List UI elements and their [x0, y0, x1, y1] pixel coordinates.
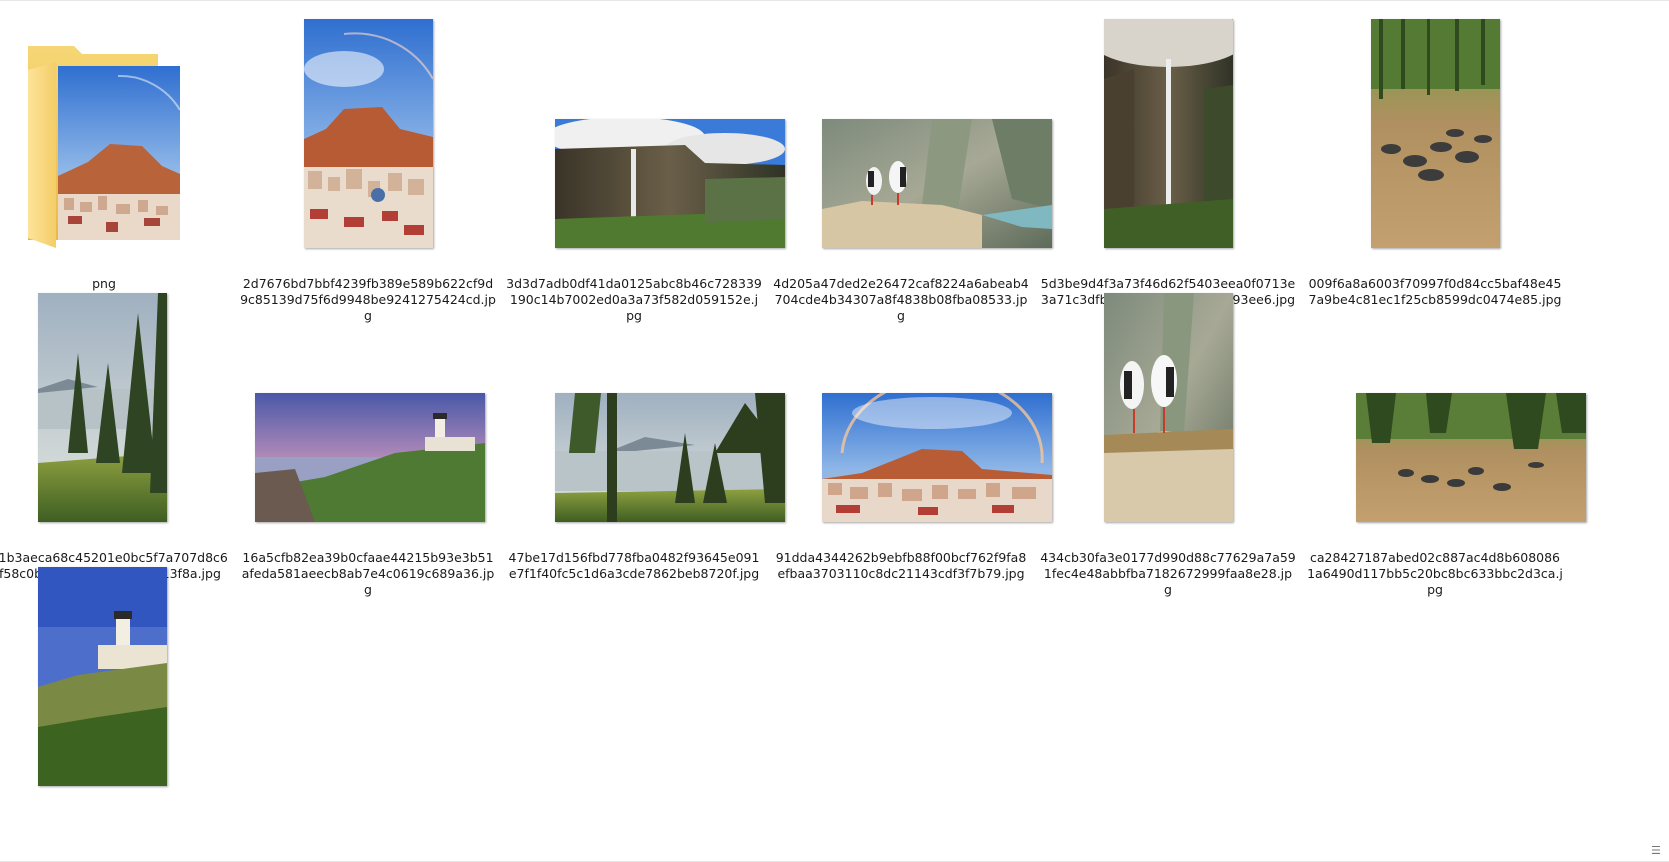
city-mountain-rainbow-image	[304, 19, 433, 248]
folder-item-png[interactable]: png	[0, 18, 232, 292]
lighthouse-coast-image	[255, 393, 485, 522]
file-item-image[interactable]: 2d7676bd7bbf4239fb389e589b622cf9d9c85139…	[240, 18, 496, 324]
waterfall-cliffs-image	[555, 119, 785, 248]
file-item-image[interactable]: ca28427187abed02c887ac4d8b6080861a6490d1…	[1307, 292, 1586, 598]
image-thumbnail	[240, 18, 496, 268]
image-thumbnail	[1307, 292, 1586, 542]
lake-pines-image	[38, 293, 167, 522]
buffalo-field-image	[1356, 393, 1586, 522]
file-name-label: 47be17d156fbd778fba0482f93645e091e7f1f40…	[508, 550, 760, 581]
view-toggle-icon[interactable]: ☰	[1651, 844, 1667, 858]
file-name-label: 16a5cfb82ea39b0cfaae44215b93e3b51afeda58…	[241, 550, 495, 597]
file-name-label: png	[92, 276, 116, 291]
city-mountain-rainbow-image	[822, 393, 1052, 522]
file-item-image[interactable]: 3d3d7adb0df41da0125abc8b46c728339190c14b…	[506, 18, 785, 324]
file-item-image[interactable]: 1ec1b3aeca68c45201e0bc5f7a707d8c613f58c0…	[0, 292, 230, 582]
storks-cliff-image	[1104, 293, 1233, 522]
image-thumbnail	[506, 18, 785, 268]
file-name-label: 91dda4344262b9ebfb88f00bcf762f9fa8efbaa3…	[775, 550, 1027, 581]
file-item-image[interactable]: 434cb30fa3e0177d990d88c77629a7a591fec4e4…	[1040, 292, 1296, 598]
image-thumbnail	[1040, 18, 1296, 268]
storks-cliff-image	[822, 119, 1052, 248]
file-item-image[interactable]	[0, 566, 230, 824]
folder-icon	[26, 40, 186, 250]
image-thumbnail	[506, 292, 785, 542]
image-thumbnail	[773, 292, 1052, 542]
image-thumbnail	[773, 18, 1052, 268]
file-item-image[interactable]: 47be17d156fbd778fba0482f93645e091e7f1f40…	[506, 292, 785, 582]
file-item-image[interactable]: 009f6a8a6003f70997f0d84cc5baf48e457a9be4…	[1307, 18, 1563, 308]
file-name-label: 434cb30fa3e0177d990d88c77629a7a591fec4e4…	[1040, 550, 1296, 597]
image-thumbnail	[1040, 292, 1296, 542]
lighthouse-coast-image	[38, 567, 167, 786]
image-thumbnail	[0, 292, 230, 542]
waterfall-cliffs-image	[1104, 19, 1233, 248]
file-explorer-view: png 2d7676bd7bbf4239fb389e589b622cf9d9c8…	[0, 0, 1669, 862]
image-thumbnail	[1307, 18, 1563, 268]
file-item-image[interactable]: 16a5cfb82ea39b0cfaae44215b93e3b51afeda58…	[240, 292, 496, 598]
file-name-label: ca28427187abed02c887ac4d8b6080861a6490d1…	[1307, 550, 1563, 597]
top-divider	[0, 0, 1669, 1]
file-item-image[interactable]: 91dda4344262b9ebfb88f00bcf762f9fa8efbaa3…	[773, 292, 1052, 582]
file-item-image[interactable]: 5d3be9d4f3a73f46d62f5403eea0f0713e3a71c3…	[1040, 18, 1296, 308]
file-item-image[interactable]: 4d205a47ded2e26472caf8224a6abeab4704cde4…	[773, 18, 1052, 324]
buffalo-field-image	[1371, 19, 1500, 248]
folder-thumbnail	[0, 18, 232, 268]
lake-pines-image	[555, 393, 785, 522]
image-thumbnail	[0, 566, 230, 816]
image-thumbnail	[240, 292, 496, 542]
